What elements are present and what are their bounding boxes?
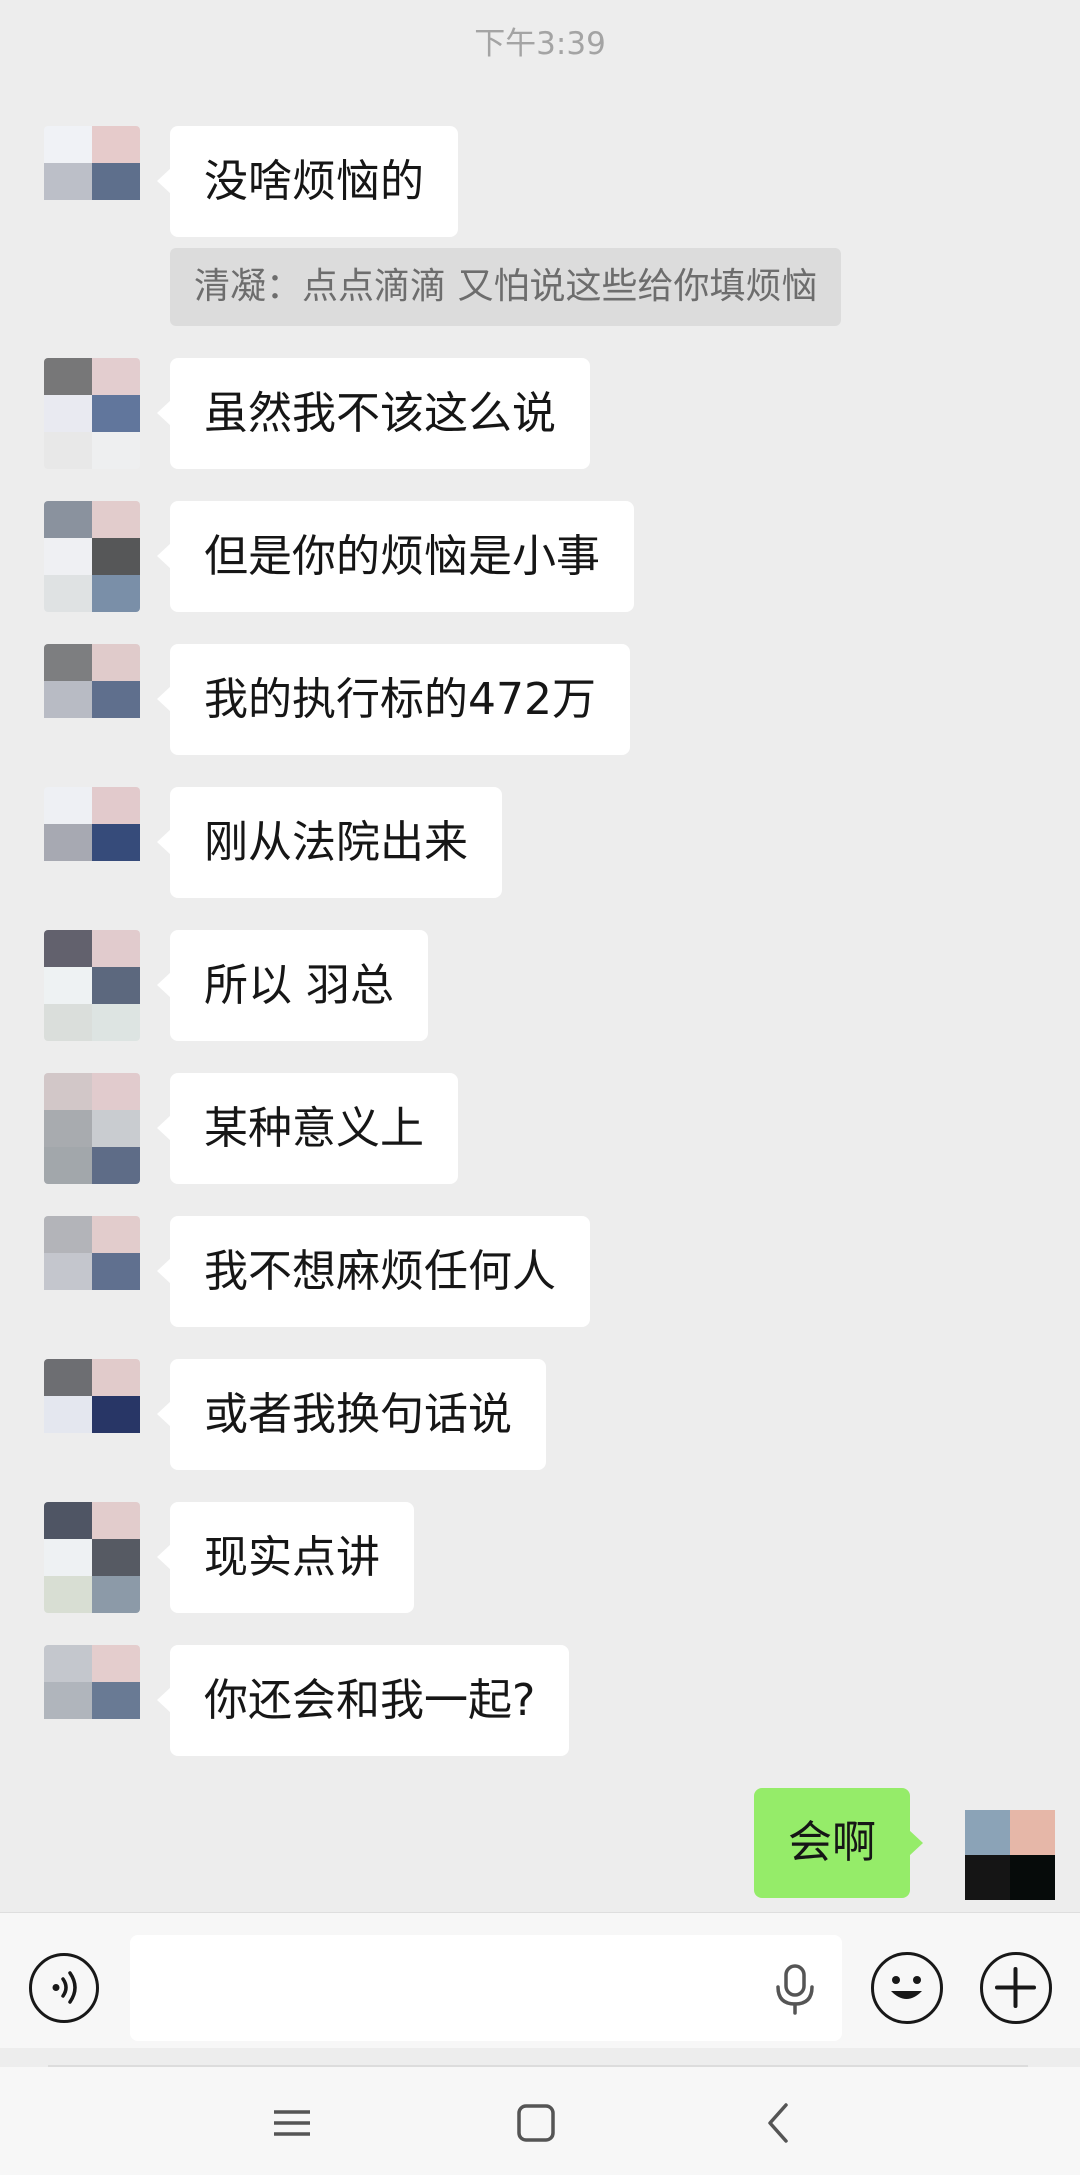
contact-avatar[interactable] xyxy=(44,1216,140,1327)
contact-avatar[interactable] xyxy=(44,1359,140,1470)
chat-timestamp: 下午3:39 xyxy=(474,26,606,62)
message-bubble[interactable]: 或者我换句话说 xyxy=(157,1359,546,1470)
message-bubble[interactable]: 现实点讲 xyxy=(157,1502,414,1613)
message-bubble[interactable]: 没啥烦恼的 xyxy=(157,126,458,237)
message-bubble[interactable]: 虽然我不该这么说 xyxy=(157,358,590,469)
contact-avatar[interactable] xyxy=(44,126,140,237)
home-square-icon[interactable] xyxy=(508,2095,564,2151)
back-chevron-icon[interactable] xyxy=(752,2095,808,2151)
message-bubble[interactable]: 我的执行标的472万 xyxy=(157,644,630,755)
contact-avatar[interactable] xyxy=(44,1645,140,1756)
input-bar xyxy=(0,1912,1080,2048)
message-bubble[interactable]: 你还会和我一起? xyxy=(156,1645,570,1756)
message-input[interactable] xyxy=(130,1935,842,2041)
contact-avatar[interactable] xyxy=(44,358,140,469)
quoted-reply[interactable]: 清凝：点点滴滴 又怕说这些给你填烦恼 xyxy=(170,248,842,326)
message-bubble[interactable]: 我不想麻烦任何人 xyxy=(157,1216,590,1327)
contact-avatar[interactable] xyxy=(44,1502,140,1613)
contact-avatar[interactable] xyxy=(44,501,140,612)
contact-avatar[interactable] xyxy=(44,644,140,755)
contact-avatar[interactable] xyxy=(44,1073,140,1184)
smiley-icon[interactable] xyxy=(871,1952,943,2024)
message-bubble[interactable]: 某种意义上 xyxy=(157,1073,458,1184)
message-bubble[interactable]: 但是你的烦恼是小事 xyxy=(157,501,634,612)
voice-wave-icon[interactable] xyxy=(29,1953,99,2023)
contact-avatar[interactable] xyxy=(44,930,140,1041)
message-bubble[interactable]: 所以 羽总 xyxy=(157,930,428,1041)
microphone-icon[interactable] xyxy=(772,1963,818,2015)
system-nav-bar xyxy=(0,2067,1080,2175)
my-avatar[interactable] xyxy=(965,1810,1055,1900)
contact-avatar[interactable] xyxy=(44,787,140,898)
message-bubble[interactable]: 刚从法院出来 xyxy=(157,787,502,898)
my-message-bubble[interactable]: 会啊 xyxy=(754,1788,923,1898)
menu-icon[interactable] xyxy=(264,2095,320,2151)
plus-icon[interactable] xyxy=(980,1952,1052,2024)
